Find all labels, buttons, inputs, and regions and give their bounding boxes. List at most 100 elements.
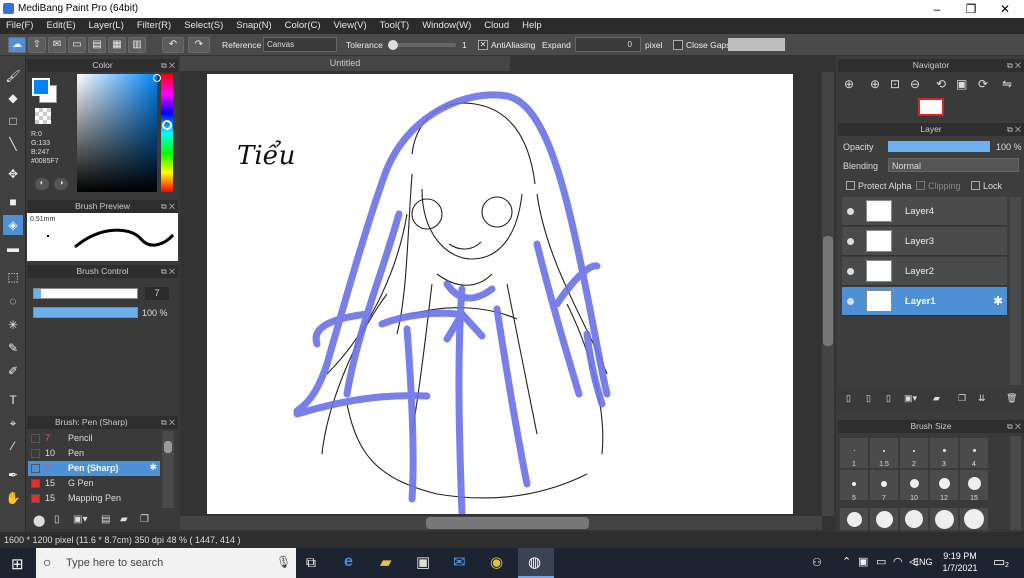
zoom-fit-icon[interactable]: ⊕ [844,77,854,91]
brush-settings-gear-icon[interactable]: ✱ [149,462,157,473]
line-tool-icon[interactable]: ╲ [3,134,23,154]
layer-row-layer2[interactable]: Layer2 [842,257,1007,286]
brush-item-pencil[interactable]: 7 Pencil [28,431,160,446]
brush-size-slider[interactable] [33,288,138,299]
share-icon[interactable]: ⇧ [28,37,46,53]
brush-size-25[interactable] [870,508,898,530]
grid-icon[interactable]: ▦ [108,37,126,53]
clipping-checkbox[interactable] [916,181,925,190]
layer-list-scrollbar[interactable] [1010,197,1021,385]
clock[interactable]: 9:19 PM 1/7/2021 [940,550,980,574]
rotate-left-icon[interactable]: ⟲ [936,77,946,91]
brush-size-50[interactable] [960,508,988,530]
text-tool-icon[interactable]: T [3,390,23,410]
close-button[interactable]: ✕ [988,0,1022,18]
brush-size-4[interactable]: 4 [960,438,988,468]
layer-settings-gear-icon[interactable]: ✱ [993,294,1003,308]
tolerance-slider-knob[interactable] [388,40,398,50]
brush-size-30[interactable] [900,508,928,530]
file-explorer-icon[interactable]: ▰ [380,553,392,571]
bucket-tool-icon[interactable]: ◈ [3,215,23,235]
navigator-thumbnail[interactable] [918,98,944,116]
brush-size-2[interactable]: 2 [900,438,928,468]
menu-tool[interactable]: Tool(T) [374,18,417,34]
redo-button[interactable]: ↷ [188,37,210,53]
language-indicator[interactable]: ENG [913,557,933,567]
panel-controls-icon[interactable]: ⧉ ✕ [161,59,175,72]
windows-start-icon[interactable]: ⊞ [11,555,24,573]
delete-layer-icon[interactable]: 🗑 [1006,393,1017,404]
chrome-icon[interactable]: ◉ [490,553,503,571]
brush-size-1-5[interactable]: 1.5 [870,438,898,468]
menu-edit[interactable]: Edit(E) [40,18,82,34]
brush-size-12[interactable]: 12 [930,470,958,502]
brush-size-40[interactable] [930,508,958,530]
move-tool-icon[interactable]: ✥ [3,164,23,184]
brush-size-3[interactable]: 3 [930,438,958,468]
add-halftone-layer-icon[interactable]: ▯ [886,393,891,404]
brush-item-pen-sharp[interactable]: 7 Pen (Sharp) ✱ [28,461,160,476]
brush-size-5[interactable]: 5 [840,470,868,502]
brush-menu-icon[interactable]: ▣▾ [73,514,87,525]
brush-properties-icon[interactable]: ▤ [101,514,110,525]
layer-folder-icon[interactable]: ▰ [933,393,940,404]
hue-slider-cursor[interactable] [162,120,172,130]
tray-app-icon[interactable]: ▣ [858,555,868,568]
brush-size-15[interactable]: 15 [960,470,988,502]
add-layer-type-icon[interactable]: ▯ [866,393,871,404]
brush-size-1[interactable]: 1 [840,438,868,468]
add-brush-icon[interactable]: ▯ [54,514,60,525]
brush-item-g-pen[interactable]: 15 G Pen [28,476,160,491]
zoom-out-icon[interactable]: ⊖ [910,77,920,91]
document-tab[interactable]: Untitled [180,56,510,71]
lasso-tool-icon[interactable]: ◌ [3,291,23,311]
add-layer-icon[interactable]: ▯ [846,393,851,404]
tile-icon[interactable]: ▥ [128,37,146,53]
panel-controls-icon[interactable]: ⧉ ✕ [1007,123,1021,136]
cloud-icon[interactable]: ☁ [8,37,26,53]
magic-wand-tool-icon[interactable]: ✳ [3,315,23,335]
fill-rect-tool-icon[interactable]: ■ [3,192,23,212]
menu-layer[interactable]: Layer(L) [83,18,131,34]
cloud-brush-icon[interactable]: ⬤ [33,514,45,527]
panel-controls-icon[interactable]: ⧉ ✕ [1007,420,1021,433]
new-file-icon[interactable]: ▭ [68,37,86,53]
brush-copy-icon[interactable]: ❐ [140,514,149,525]
dropper-tool-icon[interactable]: ⁄ [3,436,23,456]
maximize-button[interactable]: ❐ [954,0,988,18]
brush-size-10[interactable]: 10 [900,470,928,502]
menu-file[interactable]: File(F) [0,18,40,34]
brush-folder-icon[interactable]: ▰ [120,514,128,525]
people-icon[interactable]: ⚇ [812,556,822,569]
visibility-eye-icon[interactable] [847,208,854,215]
visibility-eye-icon[interactable] [847,238,854,245]
brush-item-pen[interactable]: 10 Pen [28,446,160,461]
microphone-icon[interactable]: 🎙 [276,555,291,569]
document-icon[interactable]: ▤ [88,37,106,53]
battery-icon[interactable]: ▭ [876,555,886,568]
expand-input[interactable]: 0 [575,37,641,52]
menu-view[interactable]: View(V) [328,18,374,34]
panel-controls-icon[interactable]: ⧉ ✕ [161,265,175,278]
notifications-icon[interactable]: ▭ [993,554,1005,570]
brush-tool-icon[interactable]: 🖌 [3,66,23,86]
brush-size-7[interactable]: 7 [870,470,898,502]
edge-browser-icon[interactable]: e [344,553,353,571]
divide-tool-icon[interactable]: ⌖ [3,413,23,433]
eraser-tool-icon[interactable]: ◆ [3,88,23,108]
canvas-horizontal-scrollbar[interactable] [180,516,822,530]
close-gaps-checkbox[interactable] [673,40,683,50]
layer-opacity-slider[interactable] [888,141,990,152]
gradient-tool-icon[interactable]: ▬ [3,238,23,258]
wifi-icon[interactable]: ◠ [893,555,903,568]
visibility-eye-icon[interactable] [847,298,854,305]
brush-size-scrollbar[interactable] [1010,436,1021,530]
brush-size-20[interactable] [840,508,868,530]
canvas-vertical-scrollbar[interactable] [822,72,834,516]
layer-row-layer4[interactable]: Layer4 [842,197,1007,226]
panel-controls-icon[interactable]: ⧉ ✕ [1007,59,1021,72]
select-pen-tool-icon[interactable]: ✎ [3,338,23,358]
duplicate-layer-icon[interactable]: ❐ [958,393,966,404]
menu-color[interactable]: Color(C) [279,18,328,34]
brush-item-mapping-pen[interactable]: 15 Mapping Pen [28,491,160,506]
